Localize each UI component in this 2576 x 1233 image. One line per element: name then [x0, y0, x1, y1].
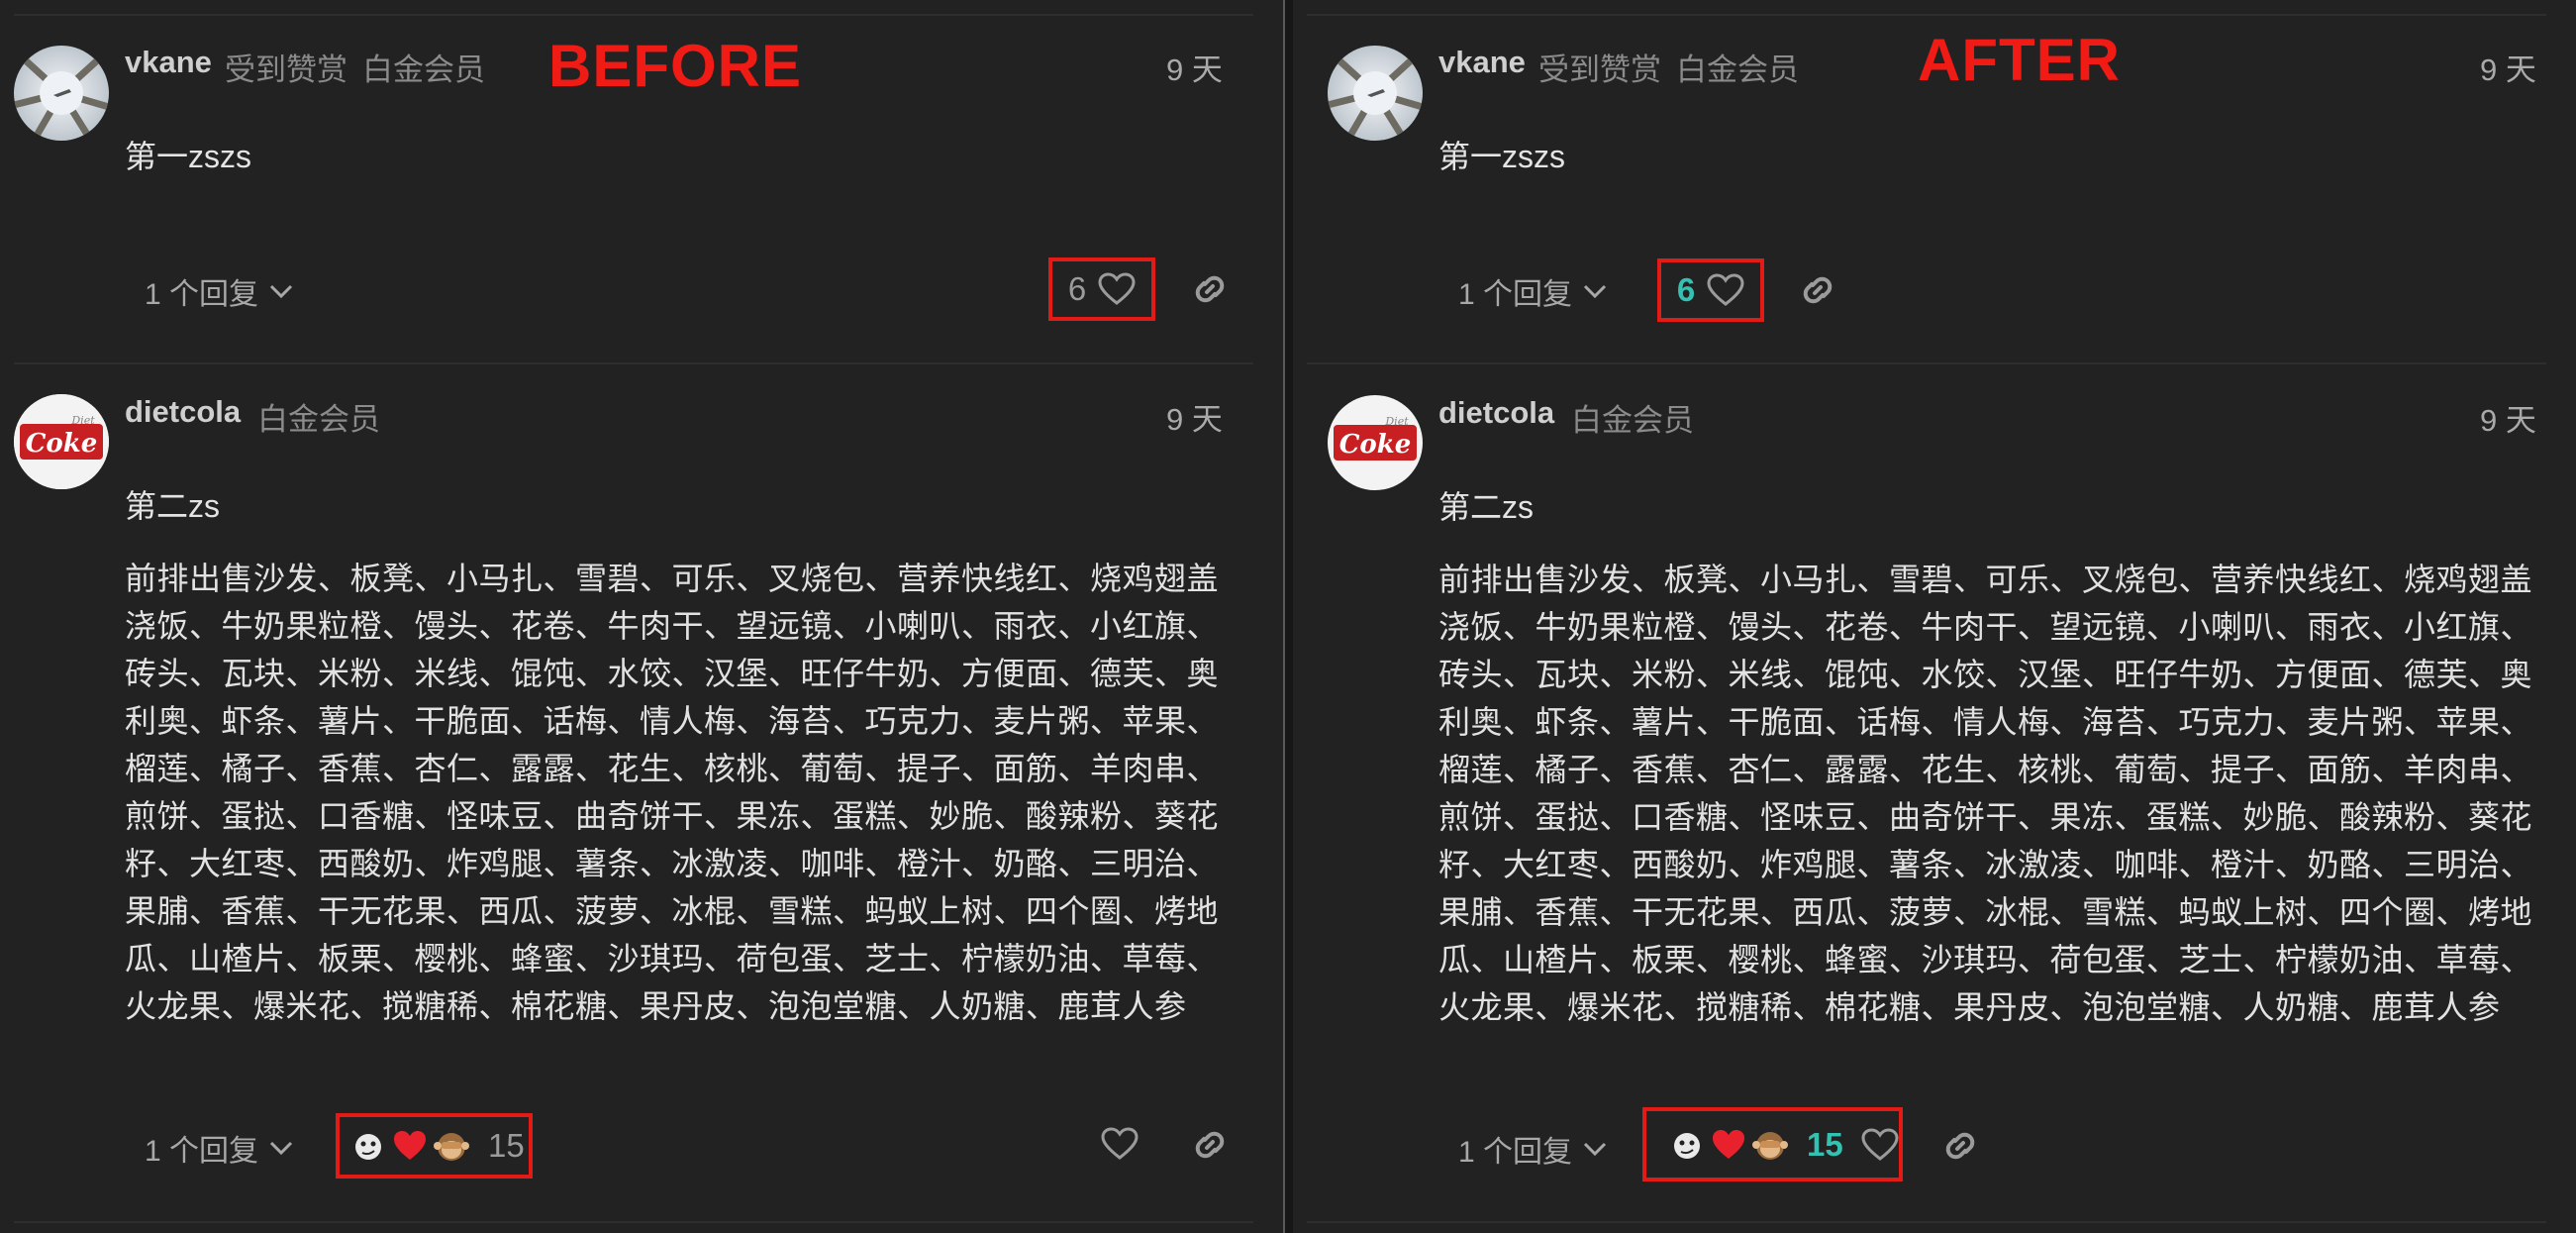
username[interactable]: dietcola	[125, 394, 241, 430]
link-icon[interactable]	[1190, 271, 1230, 307]
panel-divider	[1283, 0, 1293, 1233]
like-count: 6	[1067, 270, 1087, 307]
reactions-summary[interactable]: 15	[336, 1113, 533, 1179]
link-icon[interactable]	[1190, 1127, 1230, 1163]
smirk-emoji-icon	[1674, 1132, 1700, 1159]
post-title-line: 第二zs	[125, 488, 221, 524]
red-heart-emoji-icon	[1713, 1129, 1744, 1159]
post-paragraph: 前排出售沙发、板凳、小马扎、雪碧、可乐、叉烧包、营养快线红、烧鸡翅盖浇饭、牛奶果…	[1438, 562, 2533, 1025]
heart-icon[interactable]	[1101, 1127, 1139, 1161]
chevron-down-icon	[269, 1141, 293, 1156]
reaction-count: 15	[1807, 1125, 1843, 1163]
replies-toggle[interactable]: 1 个回复	[1458, 1127, 1608, 1171]
divider-line	[14, 14, 1253, 16]
replies-label: 1 个回复	[1458, 278, 1573, 311]
user-title: 受到赞赏	[1538, 52, 1661, 87]
smirk-emoji-icon	[355, 1134, 381, 1160]
diet-logo-text: Diet	[70, 414, 95, 427]
user-flair: 白金会员	[1571, 403, 1694, 438]
link-icon[interactable]	[1798, 272, 1837, 308]
link-icon[interactable]	[1940, 1128, 1980, 1164]
monkey-emoji-icon	[1752, 1131, 1788, 1160]
reactions-summary[interactable]: 15	[1642, 1107, 1903, 1182]
replies-label: 1 个回复	[145, 278, 259, 311]
heart-icon	[1098, 272, 1136, 305]
post-content: 第一zszs	[1438, 139, 1566, 174]
avatar-vkane[interactable]	[1328, 46, 1423, 141]
heart-icon	[1707, 273, 1744, 306]
post-paragraph: 前排出售沙发、板凳、小马扎、雪碧、可乐、叉烧包、营养快线红、烧鸡翅盖浇饭、牛奶果…	[125, 561, 1220, 1024]
post-date[interactable]: 9 天	[1166, 45, 1223, 89]
after-panel: vkane 受到赞赏 白金会员 AFTER 9 天 第一zszs 1 个回复 6…	[1293, 0, 2576, 1233]
post-content: 第一zszs	[125, 139, 252, 174]
divider-line	[1307, 362, 2546, 364]
user-title: 受到赞赏	[225, 52, 347, 87]
divider-line	[1307, 1221, 2546, 1223]
post-date[interactable]: 9 天	[2480, 395, 2536, 440]
replies-label: 1 个回复	[1458, 1136, 1573, 1169]
coke-logo-text: Coke	[26, 429, 98, 459]
replies-toggle[interactable]: 1 个回复	[145, 1126, 294, 1170]
post-title-line: 第二zs	[1438, 489, 1535, 525]
username[interactable]: vkane	[125, 45, 212, 80]
before-annotation: BEFORE	[548, 33, 803, 99]
after-annotation: AFTER	[1918, 27, 2121, 93]
username[interactable]: vkane	[1438, 45, 1526, 80]
monkey-emoji-icon	[434, 1133, 469, 1161]
user-flair: 白金会员	[1676, 52, 1799, 87]
diet-logo-text: Diet	[1384, 415, 1409, 428]
user-flair: 白金会员	[257, 402, 380, 437]
divider-line	[1307, 14, 2546, 16]
chevron-down-icon	[269, 284, 293, 299]
post-date[interactable]: 9 天	[1166, 394, 1223, 439]
like-button[interactable]: 6	[1657, 258, 1764, 322]
reaction-count: 15	[488, 1127, 525, 1164]
avatar-dietcola[interactable]: Coke Diet	[14, 394, 109, 489]
coke-logo-text: Coke	[1339, 430, 1412, 460]
replies-toggle[interactable]: 1 个回复	[1458, 269, 1608, 313]
chevron-down-icon	[1583, 284, 1607, 299]
like-button[interactable]: 6	[1048, 257, 1155, 321]
post-date[interactable]: 9 天	[2480, 45, 2536, 89]
divider-line	[14, 362, 1253, 364]
before-panel: vkane 受到赞赏 白金会员 BEFORE 9 天 第一zszs 1 个回复 …	[0, 0, 1283, 1233]
red-heart-emoji-icon	[394, 1131, 426, 1160]
heart-icon[interactable]	[1861, 1127, 1899, 1162]
user-flair: 白金会员	[362, 52, 485, 87]
replies-label: 1 个回复	[145, 1135, 259, 1168]
divider-line	[14, 1221, 1253, 1223]
chevron-down-icon	[1583, 1142, 1607, 1157]
like-count: 6	[1676, 271, 1696, 308]
username[interactable]: dietcola	[1438, 395, 1554, 431]
avatar-dietcola[interactable]: Coke Diet	[1328, 395, 1423, 490]
replies-toggle[interactable]: 1 个回复	[145, 269, 294, 313]
avatar-vkane[interactable]	[14, 46, 109, 141]
